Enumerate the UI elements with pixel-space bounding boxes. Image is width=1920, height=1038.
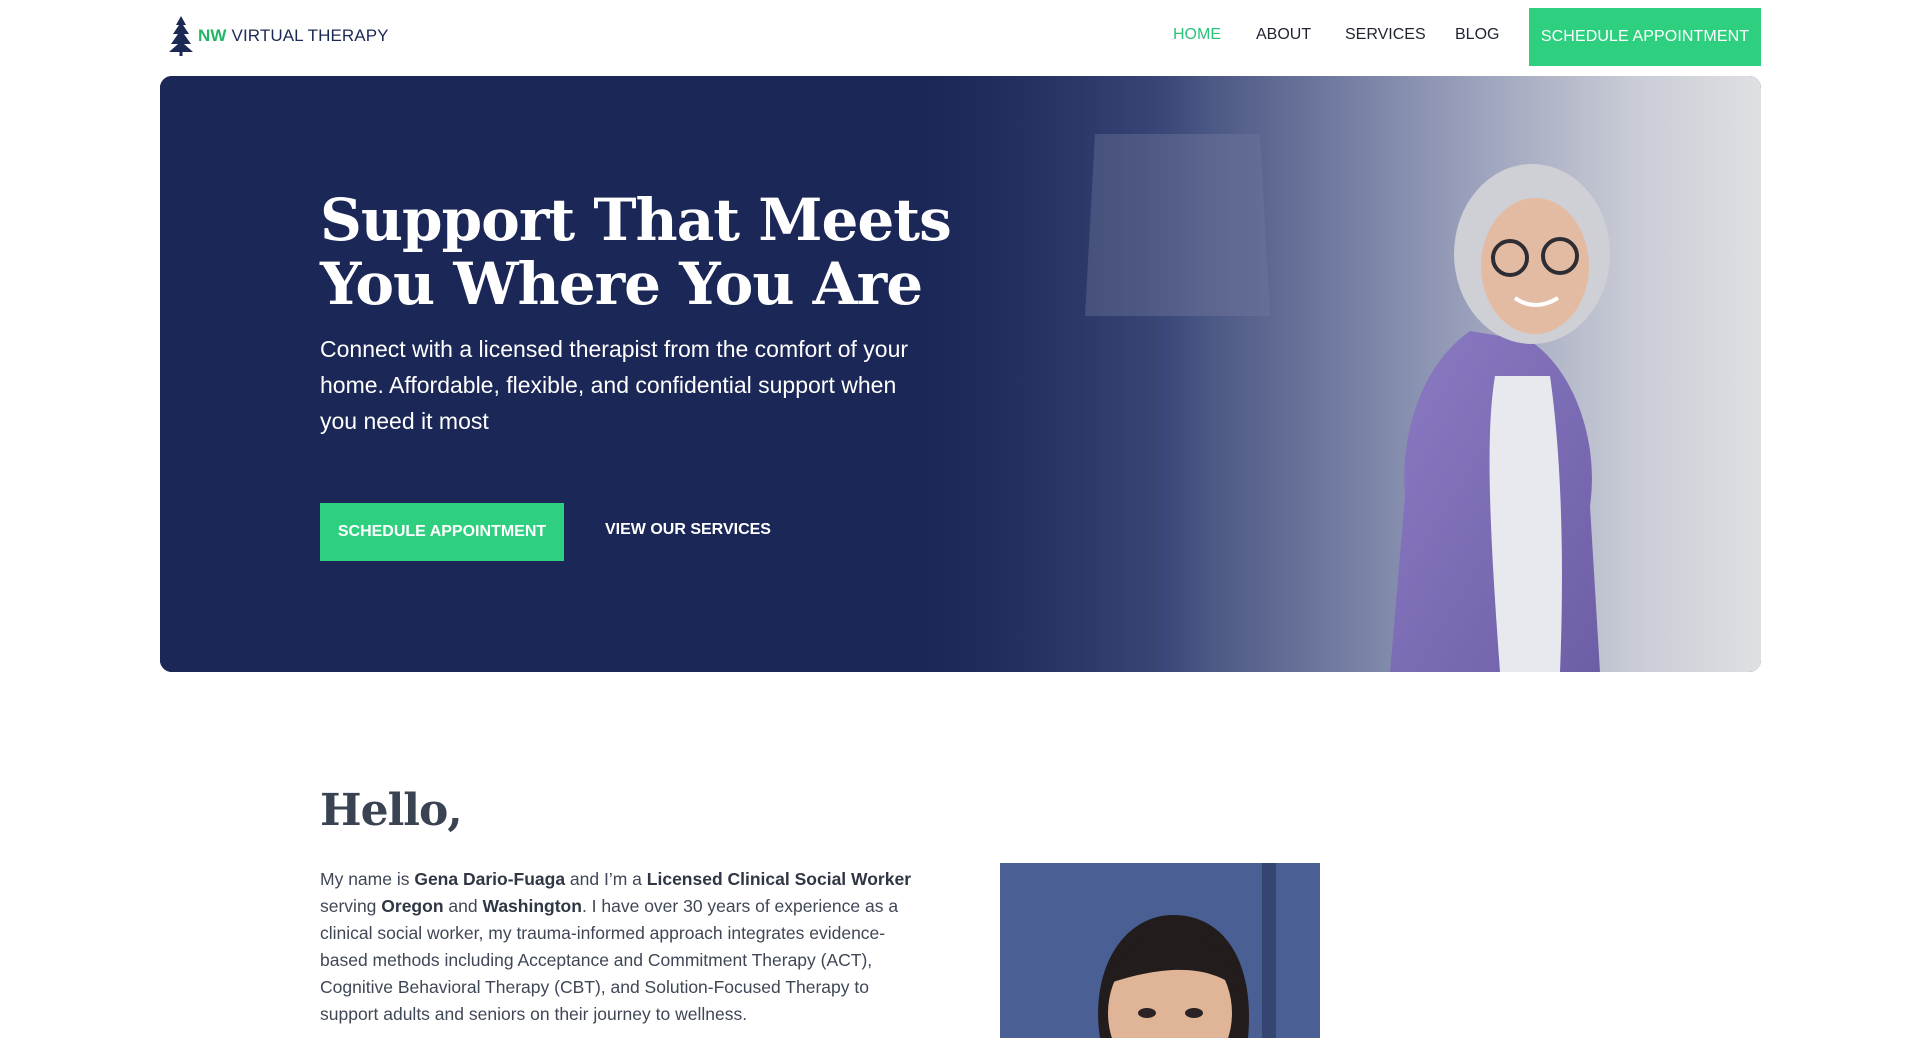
hero-title-line-2: You Where You Are <box>320 250 923 318</box>
intro-text-4: and <box>443 896 483 916</box>
hero-title: Support That Meets You Where You Are <box>320 186 952 318</box>
hello-heading: Hello, <box>320 785 463 836</box>
logo-virtual-therapy: VIRTUAL THERAPY <box>231 26 389 45</box>
intro-text-1: My name is <box>320 869 415 889</box>
pine-tree-icon <box>169 16 193 56</box>
view-services-link[interactable]: VIEW OUR SERVICES <box>605 521 771 539</box>
credential: Licensed Clinical Social Worker <box>646 869 911 889</box>
portrait-photo <box>1000 863 1320 1038</box>
header-schedule-button[interactable]: SCHEDULE APPOINTMENT <box>1529 8 1761 66</box>
therapist-name: Gena Dario-Fuaga <box>414 869 566 889</box>
therapist-portrait <box>1000 863 1320 1038</box>
state-washington: Washington <box>482 896 582 916</box>
intro-text-2: and I’m a <box>565 869 647 889</box>
nav-about[interactable]: ABOUT <box>1256 26 1311 44</box>
hero-banner: Support That Meets You Where You Are Con… <box>160 76 1761 672</box>
state-oregon: Oregon <box>381 896 444 916</box>
nav-blog[interactable]: BLOG <box>1455 26 1499 44</box>
intro-paragraph: My name is Gena Dario-Fuaga and I’m a Li… <box>320 866 912 1028</box>
nav-services[interactable]: SERVICES <box>1345 26 1426 44</box>
hero-subtitle: Connect with a licensed therapist from t… <box>320 336 909 434</box>
site-header: NW VIRTUAL THERAPY HOME ABOUT SERVICES BL… <box>0 0 1920 74</box>
logo-nw: NW <box>198 26 227 45</box>
hero-schedule-button[interactable]: SCHEDULE APPOINTMENT <box>320 503 564 561</box>
hero-title-line-1: Support That Meets <box>320 186 952 254</box>
intro-text-3: serving <box>320 896 382 916</box>
nav-home[interactable]: HOME <box>1173 26 1221 44</box>
site-logo[interactable]: NW VIRTUAL THERAPY <box>168 14 389 58</box>
logo-wordmark: NW VIRTUAL THERAPY <box>198 26 389 46</box>
